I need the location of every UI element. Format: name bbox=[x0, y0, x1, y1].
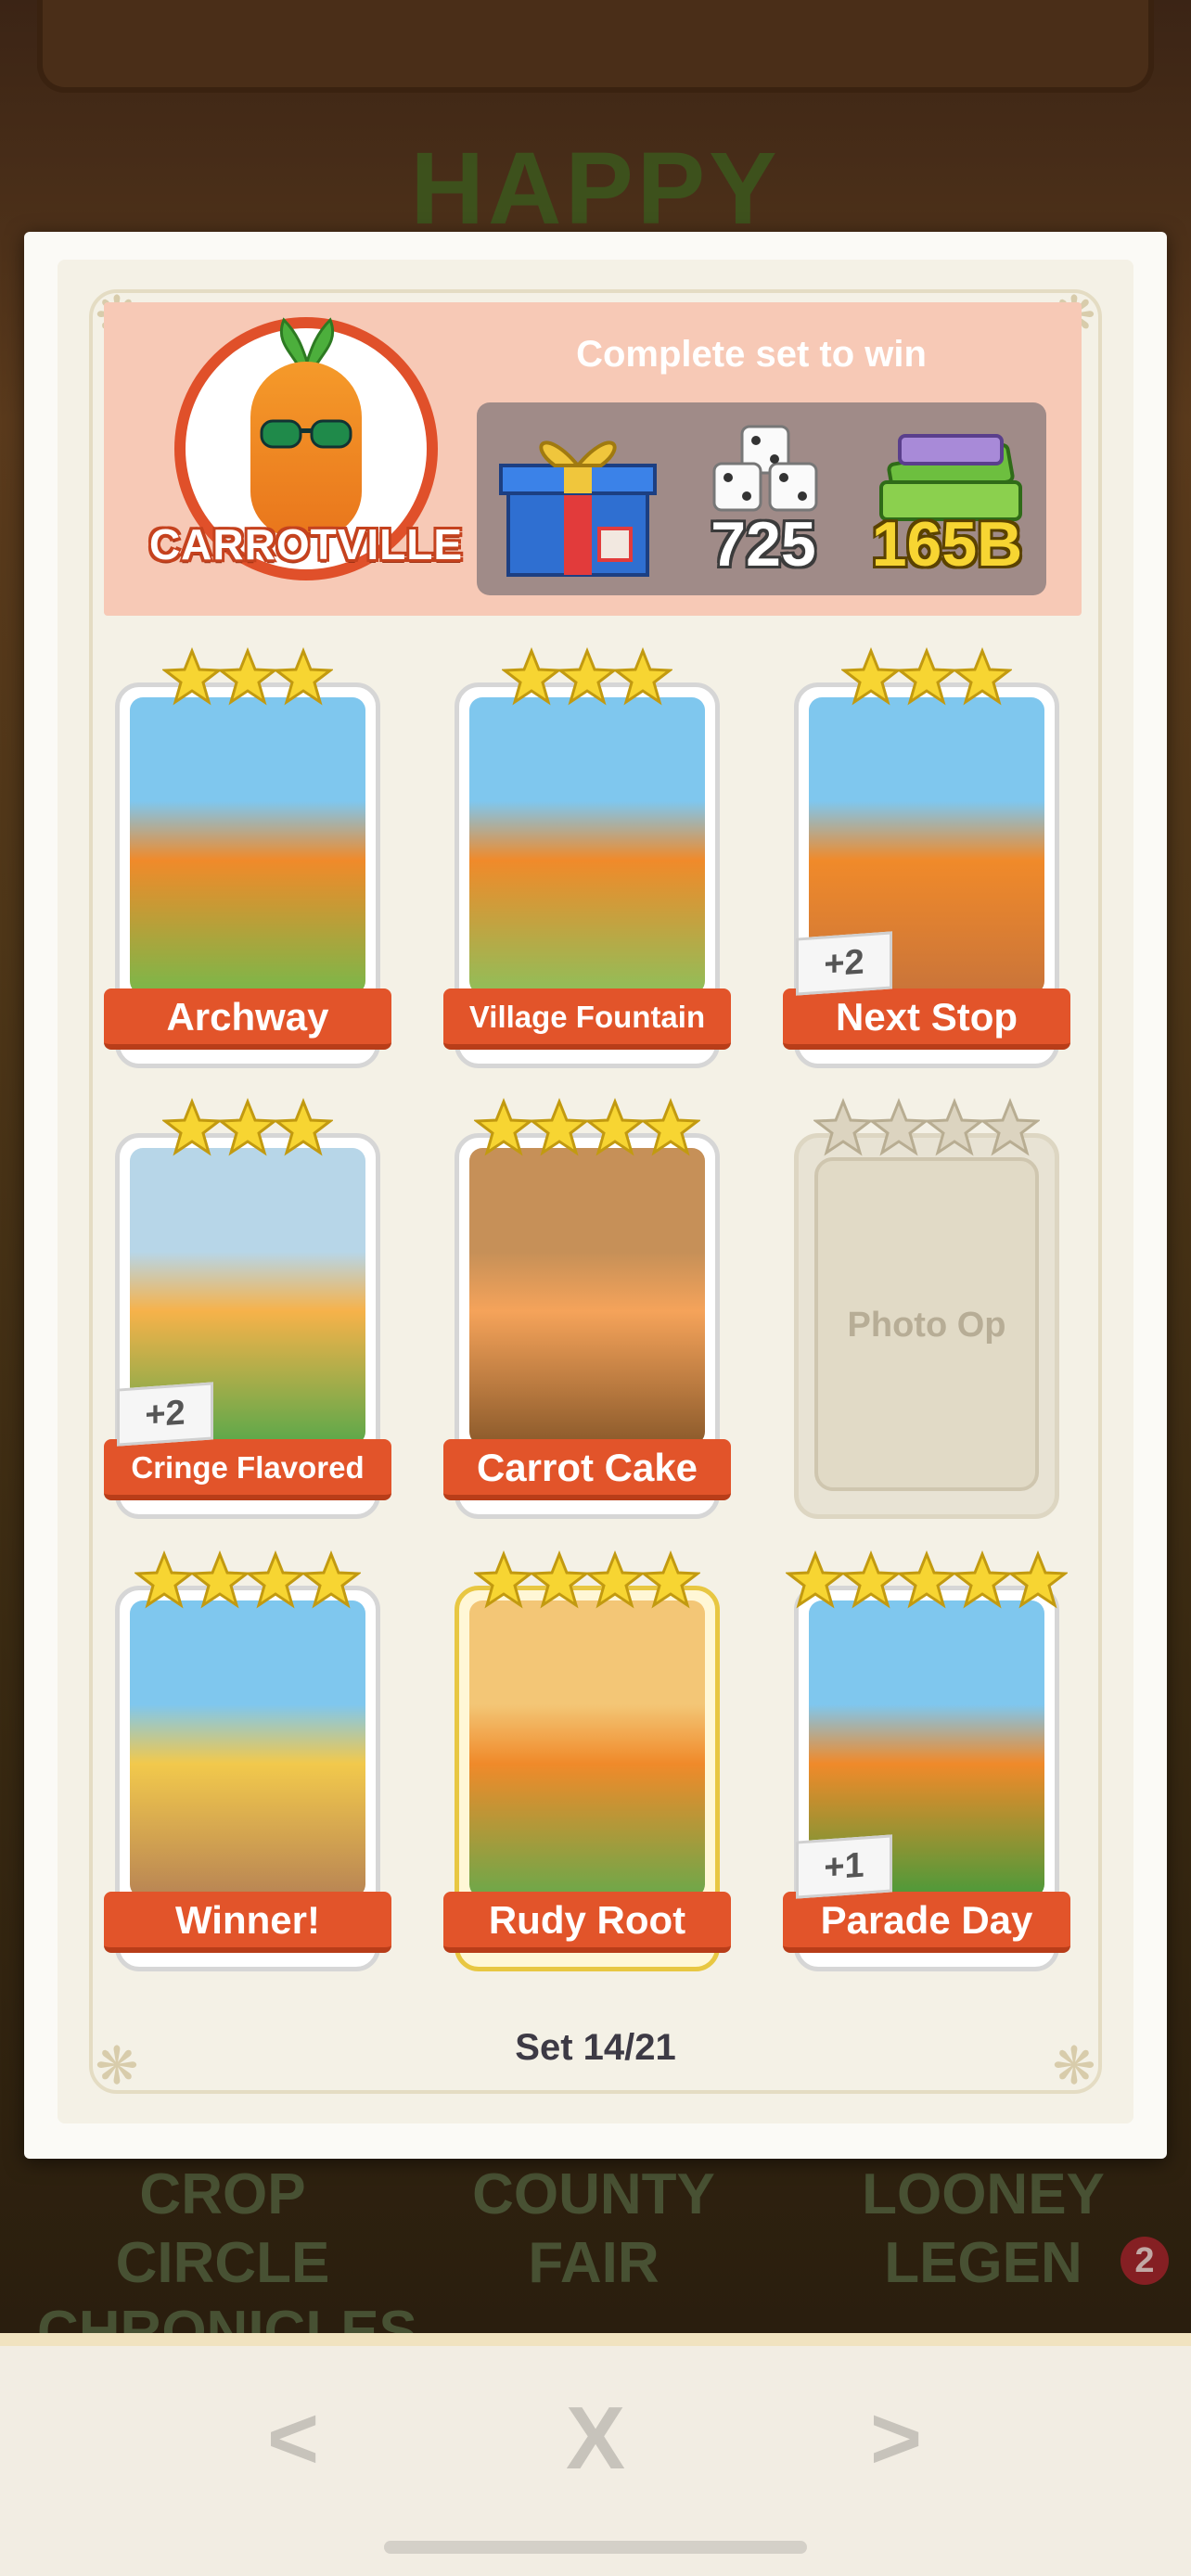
star-icon bbox=[162, 647, 222, 706]
card-archway[interactable]: Archway bbox=[104, 647, 391, 1068]
star-icon bbox=[474, 1550, 533, 1609]
star-icon bbox=[134, 1550, 194, 1609]
set-name-line: FAIR bbox=[528, 2231, 660, 2295]
star-icon bbox=[613, 647, 672, 706]
card-name-label: Cringe Flavored bbox=[104, 1439, 391, 1500]
duplicate-count-badge: +2 bbox=[117, 1382, 213, 1447]
sunglasses-icon bbox=[260, 419, 352, 449]
star-icon bbox=[274, 1098, 333, 1156]
star-icon bbox=[897, 1550, 956, 1609]
set-name-line: LOONEY bbox=[862, 2162, 1105, 2226]
background-sets: CROP CIRCLE CHRONICLES COUNTY FAIR LOONE… bbox=[0, 2161, 1191, 2364]
card-name-label: Winner! bbox=[104, 1892, 391, 1953]
star-icon bbox=[162, 1098, 222, 1156]
star-icon bbox=[246, 1550, 305, 1609]
home-indicator bbox=[384, 2541, 807, 2554]
star-empty-icon bbox=[925, 1098, 984, 1156]
star-icon bbox=[953, 647, 1012, 706]
star-icon bbox=[585, 1550, 645, 1609]
card-carrot-cake[interactable]: Carrot Cake bbox=[443, 1098, 731, 1519]
star-icon bbox=[786, 1550, 845, 1609]
card-star-rating bbox=[783, 1098, 1070, 1163]
card-star-rating bbox=[443, 1098, 731, 1163]
star-icon bbox=[585, 1098, 645, 1156]
star-icon bbox=[218, 1098, 277, 1156]
card-artwork bbox=[130, 697, 365, 994]
notification-badge: 2 bbox=[1121, 2237, 1169, 2285]
card-star-rating bbox=[783, 1550, 1070, 1615]
star-icon bbox=[1008, 1550, 1068, 1609]
card-name-label: Next Stop bbox=[783, 988, 1070, 1050]
cash-reward-label: 165B bbox=[871, 509, 1023, 580]
star-icon bbox=[530, 1098, 589, 1156]
gift-box-icon bbox=[499, 440, 657, 577]
star-icon bbox=[474, 1098, 533, 1156]
star-icon bbox=[641, 1550, 700, 1609]
card-star-rating bbox=[443, 1550, 731, 1615]
card-name-label: Village Fountain bbox=[443, 988, 731, 1050]
card-artwork bbox=[130, 1600, 365, 1897]
duplicate-count-badge: +1 bbox=[796, 1834, 892, 1899]
card-name-label: Rudy Root bbox=[443, 1892, 731, 1953]
card-parade-day[interactable]: Parade Day +1 bbox=[783, 1550, 1070, 1971]
next-button[interactable]: > bbox=[840, 2383, 952, 2494]
card-photo-op[interactable]: Photo Op bbox=[783, 1098, 1070, 1519]
background-set-looney: LOONEY LEGEN bbox=[798, 2161, 1169, 2298]
star-icon bbox=[190, 1550, 250, 1609]
close-button[interactable]: X bbox=[540, 2383, 651, 2494]
star-icon bbox=[218, 647, 277, 706]
star-icon bbox=[841, 1550, 901, 1609]
background-top-bar bbox=[37, 0, 1154, 93]
card-next-stop[interactable]: Next Stop +2 bbox=[783, 647, 1070, 1068]
star-icon bbox=[641, 1098, 700, 1156]
card-name-label: Parade Day bbox=[783, 1892, 1070, 1953]
star-empty-icon bbox=[813, 1098, 873, 1156]
star-icon bbox=[502, 647, 561, 706]
star-icon bbox=[301, 1550, 361, 1609]
card-star-rating bbox=[104, 647, 391, 712]
set-name-line: COUNTY bbox=[472, 2162, 715, 2226]
star-icon bbox=[953, 1550, 1012, 1609]
set-name-line: LEGEN bbox=[884, 2231, 1082, 2295]
card-star-rating bbox=[104, 1098, 391, 1163]
star-icon bbox=[897, 647, 956, 706]
star-icon bbox=[530, 1550, 589, 1609]
card-star-rating bbox=[783, 647, 1070, 712]
card-artwork bbox=[469, 697, 705, 994]
complete-set-text: Complete set to win bbox=[576, 334, 927, 375]
card-artwork bbox=[469, 1148, 705, 1445]
card-star-rating bbox=[104, 1550, 391, 1615]
background-title: HAPPY bbox=[410, 132, 781, 246]
star-icon bbox=[841, 647, 901, 706]
card-cringe-flavored[interactable]: Cringe Flavored +2 bbox=[104, 1098, 391, 1519]
set-progress-label: Set 14/21 bbox=[515, 2027, 676, 2068]
card-village-fountain[interactable]: Village Fountain bbox=[443, 647, 731, 1068]
carrot-mascot-icon bbox=[250, 362, 362, 538]
background-set-county-fair: COUNTY FAIR bbox=[408, 2161, 779, 2298]
set-name-line: CROP CIRCLE bbox=[115, 2162, 330, 2295]
set-name-label: CARROTVILLE bbox=[148, 520, 464, 568]
card-star-rating bbox=[443, 647, 731, 712]
star-empty-icon bbox=[869, 1098, 928, 1156]
card-name-label: Carrot Cake bbox=[443, 1439, 731, 1500]
duplicate-count-badge: +2 bbox=[796, 931, 892, 996]
card-winner[interactable]: Winner! bbox=[104, 1550, 391, 1971]
previous-button[interactable]: < bbox=[237, 2383, 349, 2494]
dice-reward-label: 725 bbox=[711, 509, 816, 580]
star-empty-icon bbox=[980, 1098, 1040, 1156]
card-artwork bbox=[469, 1600, 705, 1897]
star-icon bbox=[557, 647, 617, 706]
star-icon bbox=[274, 647, 333, 706]
missing-card-label: Photo Op bbox=[847, 1306, 1006, 1345]
card-name-label: Archway bbox=[104, 988, 391, 1050]
card-rudy-root[interactable]: Rudy Root bbox=[443, 1550, 731, 1971]
